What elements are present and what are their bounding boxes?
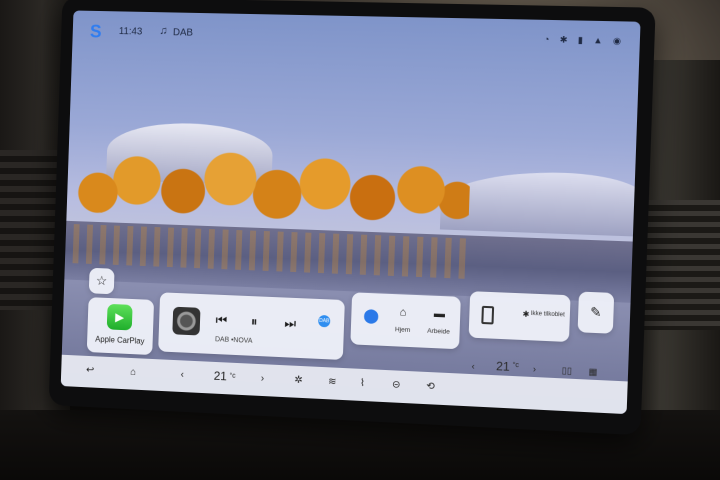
audio-source: DAB [172, 27, 194, 39]
back-icon[interactable]: ↩ [86, 365, 94, 376]
phone-status: Ikke tilkoblet [530, 310, 565, 319]
chevron-right-icon[interactable]: › [533, 364, 536, 374]
gauge-icon[interactable]: ◔ [544, 34, 550, 45]
display-bezel: S 11:43 ♫ DAB ◔ ✱ ▮ ▲ ◉ ☆ ▶ Apple CarPla… [48, 0, 656, 436]
briefcase-icon[interactable]: ▬ [434, 308, 446, 321]
left-temp[interactable]: 21 [214, 369, 228, 383]
carplay-icon: ▶ [106, 303, 133, 331]
nav-work-label: Arbeide [427, 327, 450, 336]
navigation-widget[interactable]: ⬤ ⌂ Hjem ▬ Arbeide [350, 292, 461, 350]
split-screen-icon[interactable]: ▯▯ [562, 365, 573, 377]
nav-home-label: Hjem [394, 326, 411, 334]
phone-widget[interactable]: ✱ Ikke tilkoblet [468, 291, 571, 343]
status-bar: S 11:43 ♫ DAB ◔ ✱ ▮ ▲ ◉ [72, 10, 640, 62]
signal-icon: ▮ [577, 34, 584, 46]
star-icon: ☆ [95, 272, 108, 289]
dab-badge[interactable]: DAB [318, 314, 331, 328]
edit-icon: ✎ [589, 304, 602, 320]
bluetooth-icon[interactable]: ✱ [560, 34, 568, 45]
notification-bell-icon[interactable]: ▲ [593, 35, 603, 46]
chevron-left-icon[interactable]: ‹ [471, 361, 474, 371]
home-icon[interactable]: ⌂ [130, 367, 136, 378]
clock: 11:43 [118, 26, 143, 38]
seat-heat-icon[interactable]: ≋ [328, 376, 337, 387]
music-note-icon: ♫ [159, 25, 168, 38]
phone-icon [481, 305, 495, 325]
status-icons: ◔ ✱ ▮ ▲ ◉ [544, 34, 622, 47]
recirculation-icon[interactable]: ⊝ [392, 379, 401, 390]
favorite-button[interactable]: ☆ [88, 267, 115, 295]
chevron-left-icon[interactable]: ‹ [180, 369, 184, 380]
edit-widgets-button[interactable]: ✎ [577, 291, 615, 334]
right-temp-unit: °c [512, 361, 520, 370]
chevron-right-icon[interactable]: › [261, 373, 265, 384]
home-icon[interactable]: ⌂ [399, 306, 406, 318]
profile-icon[interactable]: ◉ [613, 36, 622, 47]
bluetooth-icon: ✱ [522, 309, 530, 319]
assistant-icon[interactable]: S [90, 22, 102, 43]
skip-next-icon[interactable]: ⏭ [284, 315, 296, 331]
infotainment-screen: S 11:43 ♫ DAB ◔ ✱ ▮ ▲ ◉ ☆ ▶ Apple CarPla… [60, 10, 641, 415]
radio-icon [172, 306, 201, 336]
defrost-icon[interactable]: ⌇ [360, 378, 365, 389]
fan-icon[interactable]: ✲ [294, 375, 303, 386]
right-temp[interactable]: 21 [496, 359, 510, 374]
left-temp-unit: °c [229, 372, 236, 380]
air-flow-icon[interactable]: ⟲ [426, 381, 435, 392]
pause-icon[interactable]: ⏸ [251, 314, 258, 330]
map-pin-icon[interactable]: ⬤ [363, 307, 379, 325]
app-grid-icon[interactable]: ▦ [588, 366, 597, 378]
skip-prev-icon[interactable]: ⏮ [215, 312, 227, 328]
